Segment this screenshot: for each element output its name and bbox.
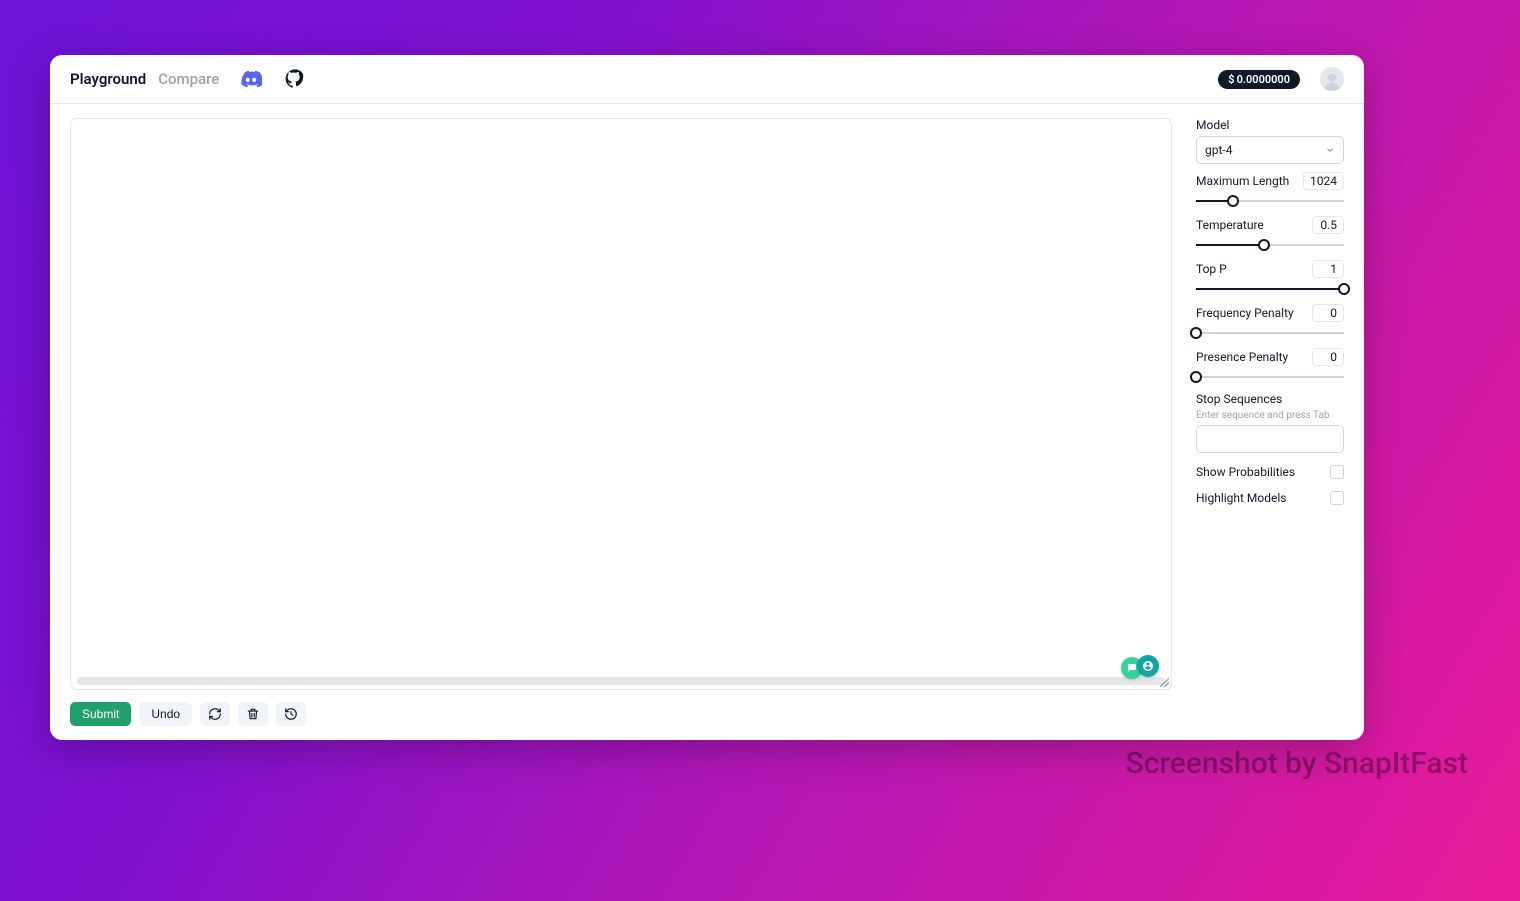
trash-icon bbox=[246, 707, 260, 721]
cost-badge: $ 0.0000000 bbox=[1218, 70, 1300, 89]
prompt-editor[interactable] bbox=[70, 118, 1172, 690]
max-length-field: Maximum Length 1024 bbox=[1196, 172, 1344, 208]
max-length-value[interactable]: 1024 bbox=[1303, 172, 1344, 190]
undo-button[interactable]: Undo bbox=[139, 702, 192, 726]
top-p-label: Top P bbox=[1196, 262, 1227, 276]
temperature-label: Temperature bbox=[1196, 218, 1264, 232]
highlight-models-checkbox[interactable] bbox=[1330, 491, 1344, 505]
regenerate-button[interactable] bbox=[200, 702, 230, 726]
top-p-field: Top P 1 bbox=[1196, 260, 1344, 296]
frequency-penalty-label: Frequency Penalty bbox=[1196, 306, 1294, 320]
discord-icon[interactable] bbox=[239, 67, 263, 91]
resize-handle-icon[interactable] bbox=[1159, 677, 1169, 687]
highlight-models-label: Highlight Models bbox=[1196, 491, 1286, 505]
frequency-penalty-value[interactable]: 0 bbox=[1312, 304, 1344, 322]
temperature-slider[interactable] bbox=[1196, 238, 1344, 252]
temperature-value[interactable]: 0.5 bbox=[1312, 216, 1344, 234]
model-select-value: gpt-4 bbox=[1205, 143, 1232, 157]
chevron-down-icon bbox=[1325, 145, 1335, 155]
show-probabilities-row: Show Probabilities bbox=[1196, 465, 1344, 479]
top-p-slider[interactable] bbox=[1196, 282, 1344, 296]
stop-sequences-field: Stop Sequences Enter sequence and press … bbox=[1196, 392, 1344, 453]
history-button[interactable] bbox=[276, 702, 306, 726]
stop-sequences-label: Stop Sequences bbox=[1196, 392, 1344, 406]
show-probabilities-label: Show Probabilities bbox=[1196, 465, 1295, 479]
topbar: Playground Compare $ 0.0000000 bbox=[50, 55, 1364, 104]
presence-penalty-slider[interactable] bbox=[1196, 370, 1344, 384]
presence-penalty-value[interactable]: 0 bbox=[1312, 348, 1344, 366]
stop-sequences-input[interactable] bbox=[1196, 425, 1344, 453]
prompt-textarea[interactable] bbox=[75, 123, 1167, 685]
frequency-penalty-slider[interactable] bbox=[1196, 326, 1344, 340]
editor-column: Submit Undo bbox=[70, 118, 1172, 726]
history-icon bbox=[284, 707, 298, 721]
model-label: Model bbox=[1196, 118, 1344, 132]
highlight-models-row: Highlight Models bbox=[1196, 491, 1344, 505]
action-row: Submit Undo bbox=[70, 702, 1172, 726]
watermark-text: Screenshot by SnapItFast bbox=[1126, 746, 1468, 781]
refresh-icon bbox=[208, 707, 222, 721]
cost-amount: 0.0000000 bbox=[1237, 73, 1290, 86]
github-icon[interactable] bbox=[283, 67, 307, 91]
show-probabilities-checkbox[interactable] bbox=[1330, 465, 1344, 479]
max-length-slider[interactable] bbox=[1196, 194, 1344, 208]
tab-playground[interactable]: Playground bbox=[70, 70, 146, 88]
cost-currency: $ bbox=[1228, 73, 1234, 86]
max-length-label: Maximum Length bbox=[1196, 174, 1289, 188]
avatar[interactable] bbox=[1320, 67, 1344, 91]
stop-sequences-hint: Enter sequence and press Tab bbox=[1196, 410, 1344, 421]
delete-button[interactable] bbox=[238, 702, 268, 726]
top-p-value[interactable]: 1 bbox=[1312, 260, 1344, 278]
model-field: Model gpt-4 bbox=[1196, 118, 1344, 164]
tab-compare[interactable]: Compare bbox=[158, 70, 219, 88]
chat-widget-badge-2[interactable] bbox=[1137, 655, 1159, 677]
settings-panel: Model gpt-4 Maximum Length 1024 Temperat… bbox=[1196, 118, 1344, 726]
editor-scrollbar-x[interactable] bbox=[77, 677, 1165, 685]
model-select[interactable]: gpt-4 bbox=[1196, 136, 1344, 164]
frequency-penalty-field: Frequency Penalty 0 bbox=[1196, 304, 1344, 340]
presence-penalty-label: Presence Penalty bbox=[1196, 350, 1288, 364]
temperature-field: Temperature 0.5 bbox=[1196, 216, 1344, 252]
main-area: Submit Undo Model gpt-4 bbox=[50, 104, 1364, 740]
submit-button[interactable]: Submit bbox=[70, 702, 131, 726]
app-card: Playground Compare $ 0.0000000 bbox=[50, 55, 1364, 740]
presence-penalty-field: Presence Penalty 0 bbox=[1196, 348, 1344, 384]
